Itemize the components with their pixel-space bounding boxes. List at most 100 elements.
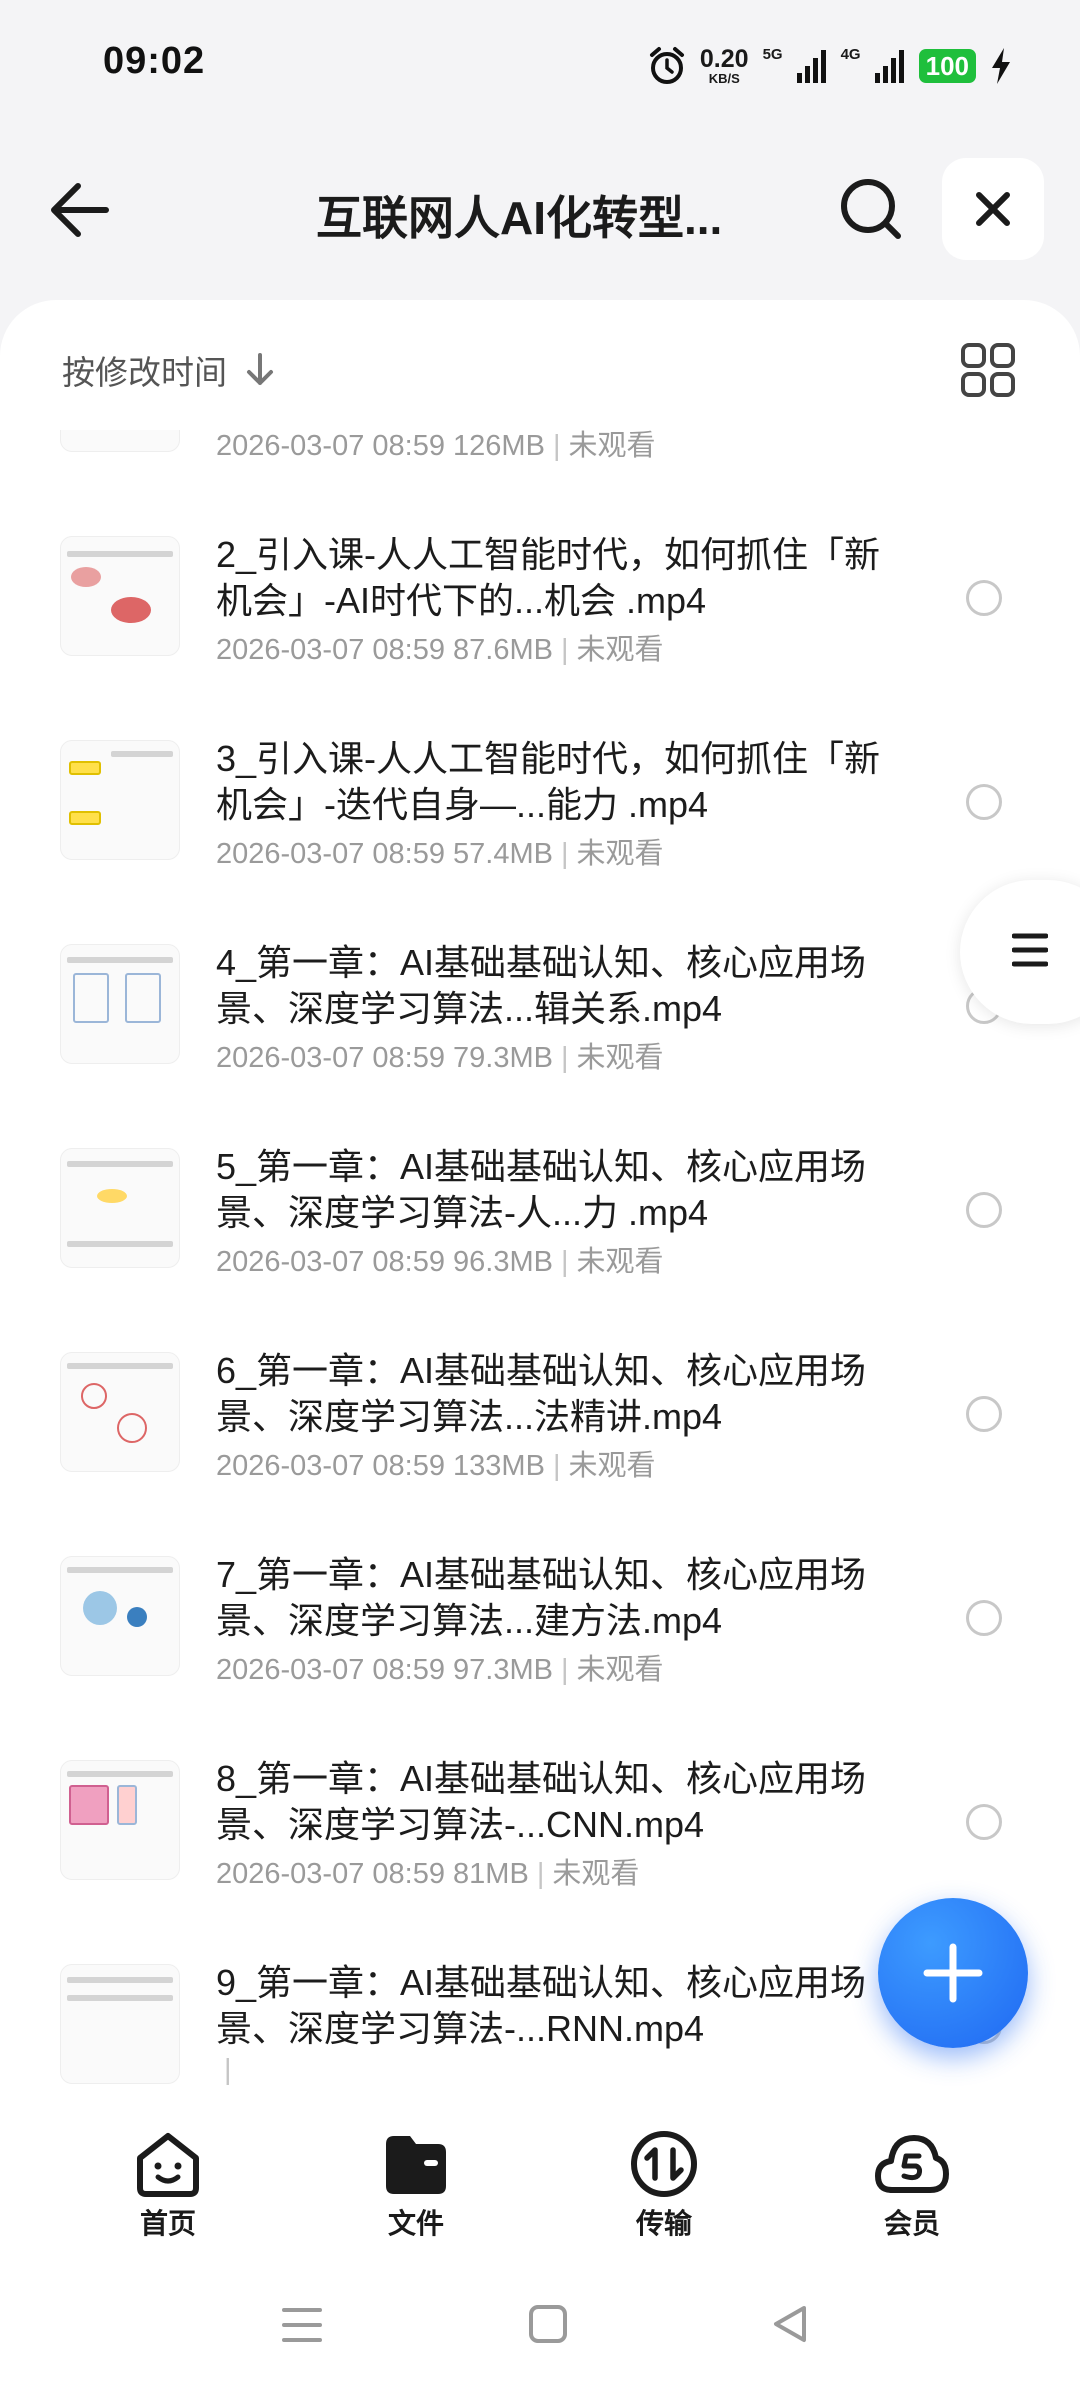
- add-button[interactable]: [878, 1898, 1028, 2048]
- watch-status: 未观看: [576, 634, 664, 666]
- file-size: 57.4MB: [453, 838, 553, 870]
- file-meta: 2026-03-07 08:59 126MB | 未观看: [216, 430, 656, 464]
- sort-label: 按修改时间: [62, 354, 227, 391]
- page-title: 互联网人AI化转型...: [316, 192, 723, 244]
- file-date: 2026-03-07 08:59: [216, 634, 445, 666]
- meta-divider: |: [552, 430, 561, 462]
- watch-status: 未观看: [568, 430, 656, 462]
- status-icons: 0.20 KB/S 5G 4G 100: [648, 44, 1012, 88]
- meta-divider: |: [224, 2054, 232, 2086]
- speed-unit: KB/S: [708, 71, 740, 86]
- back-nav-icon[interactable]: [770, 2304, 810, 2344]
- tab-label-transfer: 传输: [635, 2208, 692, 2239]
- file-meta: 2026-03-07 08:59 87.6MB | 未观看: [216, 626, 664, 668]
- file-list-viewport[interactable]: 1_引入课-人人工智能时代，如何抓住「新机会」-深刻理解AI...遇」 .mp4…: [0, 430, 1080, 2110]
- file-meta: 2026-03-07 08:59 79.3MB | 未观看: [216, 1034, 664, 1076]
- file-meta: 2026-03-07 08:59 97.3MB | 未观看: [216, 1646, 664, 1688]
- video-thumbnail: [60, 536, 180, 656]
- file-row[interactable]: 7_第一章：AI基础基础认知、核心应用场景、深度学习算法...建方法.mp4 20…: [0, 1516, 1080, 1720]
- bottom-tab-bar: 首页 文件 传输 会员: [0, 2110, 1080, 2260]
- file-date: 2026-03-07 08:59: [216, 430, 445, 462]
- tab-vip[interactable]: 会员: [832, 2130, 992, 2242]
- close-icon: [976, 192, 1010, 226]
- watch-status: 未观看: [576, 1042, 664, 1074]
- file-size: 97.3MB: [453, 1654, 553, 1686]
- search-icon: [841, 179, 901, 239]
- file-row[interactable]: 5_第一章：AI基础基础认知、核心应用场景、深度学习算法-人...力 .mp4 2…: [0, 1108, 1080, 1312]
- meta-divider: |: [561, 1042, 569, 1074]
- file-row[interactable]: 2_引入课-人人工智能时代，如何抓住「新机会」-AI时代下的...机会 .mp4…: [0, 496, 1080, 700]
- file-row[interactable]: 1_引入课-人人工智能时代，如何抓住「新机会」-深刻理解AI...遇」 .mp4…: [0, 430, 1080, 496]
- file-size: 87.6MB: [453, 634, 553, 666]
- file-name: 9_第一章：AI基础基础认知、核心应用场景、深度学习算法-...RNN.mp4: [216, 1962, 867, 2049]
- video-thumbnail: [60, 1964, 180, 2084]
- tab-home[interactable]: 首页: [88, 2130, 248, 2242]
- top-nav: 互联网人AI化转型...: [0, 150, 1080, 270]
- home-smile-icon: [137, 2133, 199, 2197]
- status-time: 09:02: [103, 40, 206, 82]
- file-meta: 2026-03-07 08:59 133MB | 未观看: [216, 1442, 656, 1484]
- tab-files[interactable]: 文件: [336, 2130, 496, 2242]
- meta-divider: |: [536, 1858, 545, 1890]
- search-button[interactable]: [838, 176, 904, 242]
- select-checkbox[interactable]: [966, 1396, 1002, 1432]
- file-meta: 2026-03-07 08:59 81MB | 未观看: [216, 1850, 639, 1892]
- grid-view-button[interactable]: [960, 342, 1016, 398]
- video-thumbnail: [60, 1556, 180, 1676]
- file-date: 2026-03-07 08:59: [216, 1042, 445, 1074]
- speed-value: 0.20: [699, 45, 749, 73]
- tab-transfer[interactable]: 传输: [584, 2130, 744, 2242]
- arrow-left-icon: [51, 183, 109, 237]
- tab-label-home: 首页: [139, 2208, 196, 2239]
- sort-control[interactable]: 按修改时间: [62, 346, 275, 394]
- video-thumbnail: [60, 430, 180, 452]
- select-checkbox[interactable]: [966, 1804, 1002, 1840]
- watch-status: 未观看: [576, 838, 664, 870]
- signal-icon-2: [874, 50, 904, 83]
- file-date: 2026-03-07 08:59: [216, 1654, 445, 1686]
- select-checkbox[interactable]: [966, 1600, 1002, 1636]
- plus-icon: [923, 1943, 983, 2003]
- meta-divider: |: [561, 1246, 569, 1278]
- network-type-4g: 4G: [840, 45, 861, 63]
- meta-divider: |: [561, 1654, 569, 1686]
- select-checkbox[interactable]: [966, 1192, 1002, 1228]
- file-date: 2026-03-07 08:59: [216, 1858, 445, 1890]
- file-meta: |: [216, 2054, 240, 2087]
- home-nav-icon[interactable]: [528, 2304, 568, 2344]
- alarm-icon: [649, 47, 684, 84]
- meta-divider: |: [561, 838, 569, 870]
- file-row[interactable]: 4_第一章：AI基础基础认知、核心应用场景、深度学习算法...辑关系.mp4 20…: [0, 904, 1080, 1108]
- meta-divider: |: [561, 634, 569, 666]
- file-name: 5_第一章：AI基础基础认知、核心应用场景、深度学习算法-人...力 .mp4: [216, 1146, 867, 1233]
- file-size: 133MB: [453, 1450, 545, 1482]
- tab-label-files: 文件: [387, 2208, 444, 2239]
- file-row[interactable]: 8_第一章：AI基础基础认知、核心应用场景、深度学习算法-...CNN.mp4 2…: [0, 1720, 1080, 1924]
- close-button[interactable]: [942, 158, 1044, 260]
- file-meta: 2026-03-07 08:59 96.3MB | 未观看: [216, 1238, 664, 1280]
- watch-status: 未观看: [552, 1858, 640, 1890]
- watch-status: 未观看: [568, 1450, 656, 1482]
- network-type-5g: 5G: [762, 45, 783, 63]
- file-size: 126MB: [453, 430, 545, 462]
- charging-icon: [992, 48, 1010, 84]
- menu-nav-icon[interactable]: [282, 2306, 322, 2344]
- network-speed: 0.20 KB/S: [699, 45, 749, 86]
- file-date: 2026-03-07 08:59: [216, 1246, 445, 1278]
- battery-level: 100: [918, 49, 976, 83]
- file-size: 96.3MB: [453, 1246, 553, 1278]
- file-name: 4_第一章：AI基础基础认知、核心应用场景、深度学习算法...辑关系.mp4: [216, 942, 867, 1029]
- select-checkbox[interactable]: [966, 580, 1002, 616]
- file-list: 1_引入课-人人工智能时代，如何抓住「新机会」-深刻理解AI...遇」 .mp4…: [0, 430, 1080, 2110]
- file-row[interactable]: 3_引入课-人人工智能时代，如何抓住「新机会」-迭代自身—...能力 .mp4 2…: [0, 700, 1080, 904]
- file-name: 3_引入课-人人工智能时代，如何抓住「新机会」-迭代自身—...能力 .mp4: [216, 738, 881, 825]
- watch-status: 未观看: [576, 1654, 664, 1686]
- file-name: 8_第一章：AI基础基础认知、核心应用场景、深度学习算法-...CNN.mp4: [216, 1758, 867, 1845]
- select-checkbox[interactable]: [966, 784, 1002, 820]
- file-row[interactable]: 6_第一章：AI基础基础认知、核心应用场景、深度学习算法...法精讲.mp4 20…: [0, 1312, 1080, 1516]
- back-button[interactable]: [44, 178, 116, 242]
- video-thumbnail: [60, 1760, 180, 1880]
- file-date: 2026-03-07 08:59: [216, 838, 445, 870]
- video-thumbnail: [60, 944, 180, 1064]
- file-date: 2026-03-07 08:59: [216, 1450, 445, 1482]
